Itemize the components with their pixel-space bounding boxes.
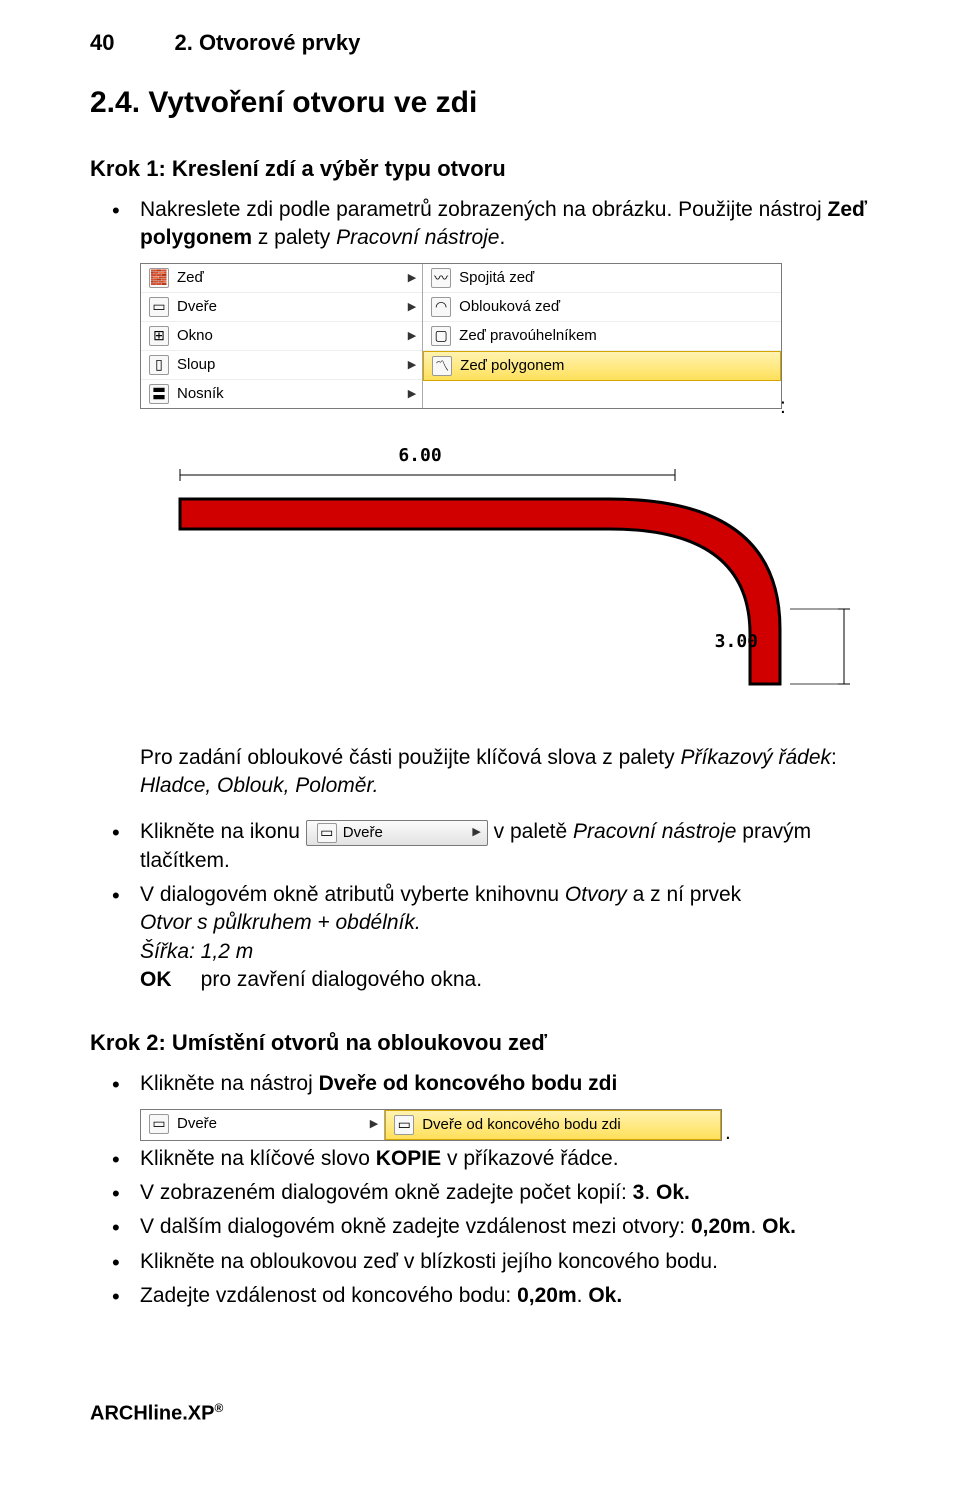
page-header: 40 2. Otvorové prvky [90,30,900,56]
menu-item-wall[interactable]: 🧱 Zeď ▶ [141,264,422,293]
step1-heading: Krok 1: Kreslení zdí a výběr typu otvoru [90,156,900,182]
rect-icon: ▢ [431,326,451,346]
submenu-rect-wall[interactable]: ▢ Zeď pravoúhelníkem [423,322,781,351]
step2-heading: Krok 2: Umístění otvorů na obloukovou ze… [90,1030,900,1056]
step2-bullet-6: Zadejte vzdálenost od koncového bodu: 0,… [140,1282,900,1310]
column-icon: ▯ [149,355,169,375]
period-after-menu2: . [725,1121,900,1145]
step1-bullet-3: V dialogovém okně atributů vyberte kniho… [140,881,900,994]
wall-diagram: 6.00 3.00 [130,429,900,724]
arc-instruction: Pro zadání obloukové části použijte klíč… [140,744,900,801]
step2-bullet-1: Klikněte na nástroj Dveře od koncového b… [140,1070,900,1098]
colon-after-menu: : [780,395,900,419]
door-icon: ▭ [317,823,337,843]
chapter-title: 2. Otvorové prvky [174,30,360,56]
polygon-icon: 〽 [432,356,452,376]
chevron-right-icon: ▶ [408,358,416,371]
menu-item-window[interactable]: ⊞ Okno ▶ [141,322,422,351]
step2-bullet-2: Klikněte na klíčové slovo KOPIE v příkaz… [140,1145,900,1173]
doors-tool-button[interactable]: ▭ Dveře ▶ [306,820,488,846]
step2-bullets: Klikněte na nástroj Dveře od koncového b… [90,1070,900,1098]
menu-item-door[interactable]: ▭ Dveře ▶ [141,293,422,322]
dim-right: 3.00 [715,631,758,652]
submenu-continuous-wall[interactable]: 〰 Spojitá zeď [423,264,781,293]
step2-bullet-5: Klikněte na obloukovou zeď v blízkosti j… [140,1248,900,1276]
submenu-arc-wall[interactable]: ◠ Oblouková zeď [423,293,781,322]
door-icon: ▭ [149,1114,169,1134]
section-title: 2.4. Vytvoření otvoru ve zdi [90,86,900,120]
step2-bullet-4: V dalším dialogovém okně zadejte vzdálen… [140,1213,900,1241]
step1-bullets-2: Klikněte na ikonu ▭ Dveře ▶ v paletě Pra… [90,818,900,994]
tool-menu: 🧱 Zeď ▶ ▭ Dveře ▶ ⊞ Okno ▶ ▯ Sloup ▶ 〓 [140,263,782,409]
chevron-right-icon: ▶ [408,329,416,342]
beam-icon: 〓 [149,384,169,404]
step2-bullets-2: Klikněte na klíčové slovo KOPIE v příkaz… [90,1145,900,1311]
line-icon: 〰 [431,268,451,288]
door-icon: ▭ [149,297,169,317]
step2-bullet-3: V zobrazeném dialogovém okně zadejte poč… [140,1179,900,1207]
footer-product: ARCHline.XP® [90,1401,900,1426]
menu2-item-door[interactable]: ▭ Dveře ▶ [141,1110,384,1138]
page-number: 40 [90,30,114,56]
door-icon: ▭ [394,1115,414,1135]
chevron-right-icon: ▶ [408,387,416,400]
menu-item-beam[interactable]: 〓 Nosník ▶ [141,380,422,408]
chevron-right-icon: ▶ [370,1117,378,1130]
arc-icon: ◠ [431,297,451,317]
step1-bullets: Nakreslete zdi podle parametrů zobrazený… [90,196,900,253]
menu-item-column[interactable]: ▯ Sloup ▶ [141,351,422,380]
chevron-right-icon: ▶ [472,825,480,840]
dim-top: 6.00 [398,445,441,466]
chevron-right-icon: ▶ [408,300,416,313]
submenu-polygon-wall[interactable]: 〽 Zeď polygonem [423,351,781,381]
tool-menu-2: ▭ Dveře ▶ ▭ Dveře od koncového bodu zdi [140,1109,722,1141]
window-icon: ⊞ [149,326,169,346]
wall-icon: 🧱 [149,268,169,288]
chevron-right-icon: ▶ [408,271,416,284]
step1-bullet-1: Nakreslete zdi podle parametrů zobrazený… [140,196,900,253]
step1-bullet-2: Klikněte na ikonu ▭ Dveře ▶ v paletě Pra… [140,818,900,875]
menu2-submenu-door-endpoint[interactable]: ▭ Dveře od koncového bodu zdi [385,1110,721,1140]
